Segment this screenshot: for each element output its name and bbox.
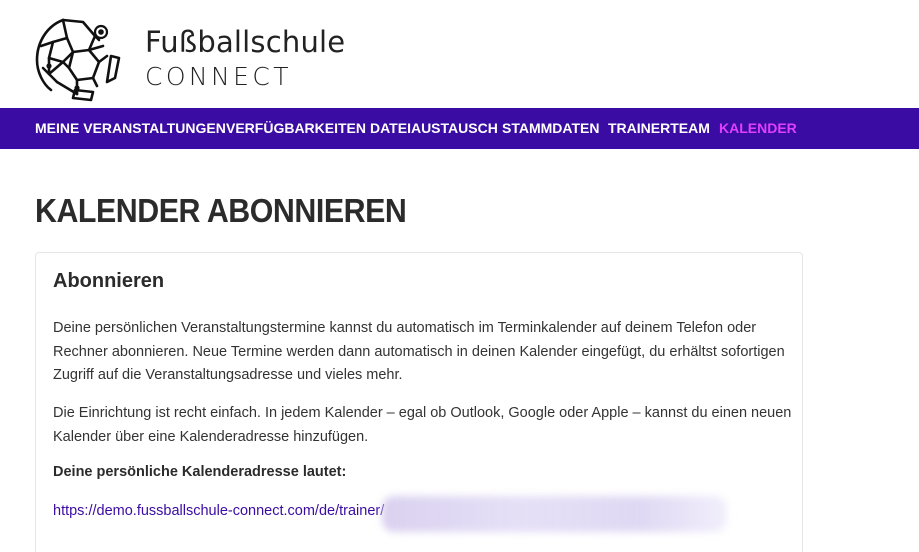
- logo-line1: Fußballschule: [145, 25, 346, 59]
- soccer-ball-logo-icon[interactable]: [33, 16, 123, 104]
- nav-item-stammdaten[interactable]: STAMMDATEN: [502, 108, 599, 149]
- logo-line2: CONNECT: [145, 62, 292, 91]
- card-title: Abonnieren: [53, 270, 165, 292]
- redacted-token-blur: [382, 496, 727, 532]
- nav-item-kalender[interactable]: KALENDER: [719, 108, 797, 149]
- nav-item-dateiaustausch[interactable]: DATEIAUSTAUSCH: [370, 108, 498, 149]
- nav-item-trainerteam[interactable]: TRAINERTEAM: [608, 108, 710, 149]
- header: Fußballschule CONNECT: [0, 0, 919, 108]
- setup-paragraph: Die Einrichtung ist recht einfach. In je…: [53, 405, 792, 445]
- logo-wordmark[interactable]: Fußballschule CONNECT: [145, 25, 346, 91]
- calendar-address-label: Deine persönliche Kalenderadresse lautet…: [53, 464, 347, 480]
- nav-item-verfuegbarkeiten[interactable]: VERFÜGBARKEITEN: [226, 108, 366, 149]
- nav-item-meine-veranstaltungen[interactable]: MEINE VERANSTALTUNGEN: [35, 108, 226, 149]
- calendar-address-link[interactable]: https://demo.fussballschule-connect.com/…: [53, 503, 384, 519]
- page-title: KALENDER ABONNIEREN: [35, 192, 407, 229]
- main-navigation: MEINE VERANSTALTUNGEN VERFÜGBARKEITEN DA…: [0, 108, 919, 149]
- intro-paragraph: Deine persönlichen Veranstaltungstermine…: [53, 320, 785, 383]
- subscribe-card: Abonnieren Deine persönlichen Veranstalt…: [35, 252, 803, 552]
